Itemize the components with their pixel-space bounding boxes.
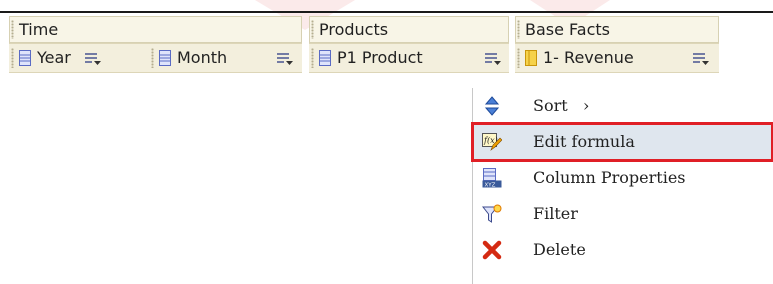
menu-item-edit-formula[interactable]: f(x) Edit formula — [471, 122, 773, 162]
menu-item-label: Filter — [533, 204, 578, 223]
group-header-base-facts[interactable]: Base Facts — [515, 16, 719, 43]
attribute-column-icon — [159, 50, 171, 66]
column-label: Year — [37, 48, 71, 67]
drag-handle[interactable] — [311, 48, 314, 68]
column-properties-icon: XYZ — [482, 168, 502, 188]
column-row-base-facts: 1- Revenue — [515, 43, 719, 73]
sort-icon — [484, 96, 500, 116]
column-menu-icon[interactable] — [693, 52, 710, 66]
drag-handle[interactable] — [11, 48, 14, 68]
column-label: Month — [177, 48, 228, 67]
group-header-products[interactable]: Products — [309, 16, 509, 43]
column-menu-icon[interactable] — [85, 52, 102, 66]
group-header-label: Products — [319, 20, 389, 39]
svg-text:XYZ: XYZ — [485, 183, 496, 189]
measure-column-icon — [525, 50, 537, 66]
menu-item-filter[interactable]: Filter — [473, 196, 773, 232]
group-header-time[interactable]: Time — [9, 16, 302, 43]
filter-icon — [482, 204, 502, 223]
menu-item-delete[interactable]: Delete — [473, 232, 773, 268]
column-label: 1- Revenue — [543, 48, 634, 67]
column-p1-product[interactable]: P1 Product — [309, 44, 509, 72]
attribute-column-icon — [19, 50, 31, 66]
group-header-label: Time — [19, 20, 59, 39]
column-year[interactable]: Year — [9, 44, 149, 72]
column-context-menu: Sort › f(x) Edit formula XYZ Column Prop… — [471, 88, 773, 284]
edit-formula-icon: f(x) — [482, 133, 502, 151]
menu-item-sort[interactable]: Sort › — [473, 88, 773, 124]
column-row-products: P1 Product — [309, 43, 509, 73]
delete-icon — [482, 240, 502, 260]
menu-item-label: Delete — [533, 240, 586, 259]
drag-handle[interactable] — [517, 20, 520, 39]
group-header-label: Base Facts — [525, 20, 610, 39]
column-row-time: Year Month — [9, 43, 302, 73]
drag-handle[interactable] — [11, 20, 14, 39]
menu-item-label: Edit formula — [533, 132, 635, 151]
column-revenue[interactable]: 1- Revenue — [515, 44, 719, 72]
menu-item-label: Sort › — [533, 96, 590, 115]
menu-item-column-properties[interactable]: XYZ Column Properties — [473, 160, 773, 196]
column-menu-icon[interactable] — [485, 52, 502, 66]
drag-handle[interactable] — [151, 48, 154, 68]
column-menu-icon[interactable] — [277, 52, 294, 66]
submenu-arrow: › — [582, 96, 590, 115]
column-month[interactable]: Month — [149, 44, 302, 72]
drag-handle[interactable] — [517, 48, 520, 68]
top-divider — [0, 11, 773, 13]
attribute-column-icon — [319, 50, 331, 66]
column-label: P1 Product — [337, 48, 423, 67]
menu-item-label: Column Properties — [533, 168, 686, 187]
drag-handle[interactable] — [311, 20, 314, 39]
